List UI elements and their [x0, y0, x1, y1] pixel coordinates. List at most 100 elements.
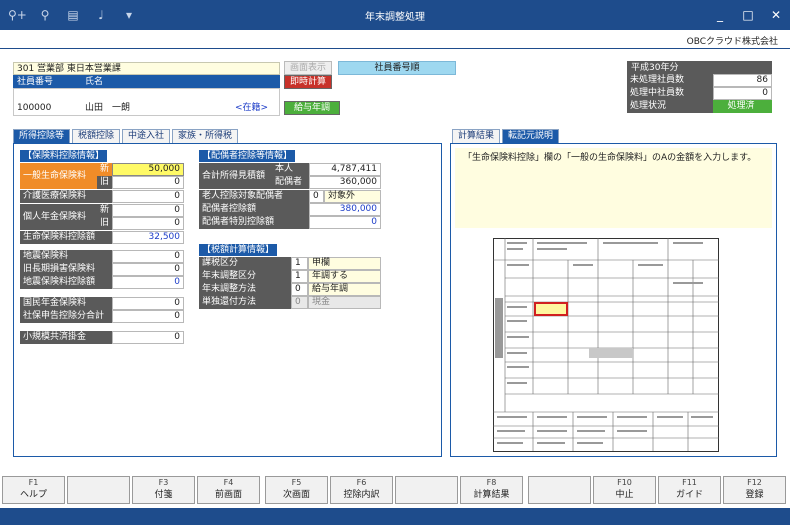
earthquake-deduction-value: 0 — [112, 276, 184, 289]
life-insurance-deduction-label: 生命保険料控除額 — [20, 231, 112, 244]
f8-calc-result-button[interactable]: F8 計算結果 — [460, 476, 523, 504]
tab-deductions[interactable]: 所得控除等 — [13, 129, 71, 143]
personal-pension-old-input[interactable]: 0 — [112, 217, 184, 230]
f11-guide-button[interactable]: F11 ガイド — [658, 476, 721, 504]
employee-no-header: 社員番号 — [13, 75, 81, 88]
life-insurance-deduction-value: 32,500 — [112, 231, 184, 244]
small-business-mutual-input[interactable]: 0 — [112, 331, 184, 344]
tab-transfer-explanation[interactable]: 転記元説明 — [502, 129, 560, 143]
earthquake-deduction-label: 地震保険料控除額 — [20, 276, 112, 289]
fkey-label: ガイド — [675, 490, 703, 500]
fkey-label: 付箋 — [154, 490, 173, 500]
title-bar: ⚲+ ⚲ ▤ ♩ ▾ 年末調整処理 _ □ ✕ — [0, 0, 790, 30]
fkey-number: F1 — [28, 478, 39, 487]
spouse-label: 配偶者 — [272, 176, 309, 189]
maximize-button[interactable]: □ — [740, 6, 756, 24]
f6-deduction-detail-button[interactable]: F6 控除内訳 — [330, 476, 393, 504]
f12-register-button[interactable]: F12 登録 — [723, 476, 786, 504]
wage-yearend-button[interactable]: 給与年調 — [284, 101, 340, 115]
yearend-category-code[interactable]: 1 — [291, 270, 308, 283]
f9-empty-button[interactable] — [528, 476, 591, 504]
f10-cancel-button[interactable]: F10 中止 — [593, 476, 656, 504]
old-longterm-insurance-label: 旧長期損害保険料 — [20, 263, 112, 276]
refund-method-label: 単独還付方法 — [199, 296, 291, 309]
display-button[interactable]: 画面表示 — [284, 61, 332, 75]
earthquake-insurance-label: 地震保険料 — [20, 250, 112, 263]
fkey-label: 計算結果 — [473, 490, 510, 500]
fkey-label: 前画面 — [214, 490, 242, 500]
new-label: 新 — [97, 163, 112, 176]
small-business-mutual-label: 小規模共済掛金 — [20, 331, 112, 344]
fkey-number: F6 — [356, 478, 367, 487]
fkey-label: ヘルプ — [19, 490, 47, 500]
tab-calc-result[interactable]: 計算結果 — [452, 129, 501, 143]
earthquake-insurance-input[interactable]: 0 — [112, 250, 184, 263]
f4-prev-screen-button[interactable]: F4 前画面 — [197, 476, 260, 504]
fkey-label: 登録 — [745, 490, 764, 500]
old-label: 旧 — [97, 217, 112, 230]
social-insurance-total-label: 社保申告控除分合計 — [20, 310, 112, 323]
fkey-label: 次画面 — [282, 490, 310, 500]
general-life-new-input[interactable]: 50,000 — [112, 163, 184, 176]
f3-sticky-note-button[interactable]: F3 付箋 — [132, 476, 195, 504]
new-label: 新 — [97, 204, 112, 217]
general-life-insurance-label: 一般生命保険料 — [20, 163, 97, 189]
summary-value: 0 — [713, 87, 772, 100]
instant-calc-button[interactable]: 即時計算 — [284, 75, 332, 89]
summary-label: 未処理社員数 — [627, 74, 713, 87]
nursing-medical-label: 介護医療保険料 — [20, 190, 112, 203]
employee-status: <在籍> — [235, 103, 269, 113]
summary-year: 平成30年分 — [627, 61, 772, 74]
spouse-special-deduction-label: 配偶者特別控除額 — [199, 216, 309, 229]
function-key-bar: F1 ヘルプ F3 付箋 F4 前画面 F5 次画面 F6 控除内訳 F8 計算結果 F10… — [0, 474, 790, 506]
nursing-medical-input[interactable]: 0 — [112, 190, 184, 203]
f1-help-button[interactable]: F1 ヘルプ — [2, 476, 65, 504]
fkey-label: 控除内訳 — [343, 490, 380, 500]
close-button[interactable]: ✕ — [768, 6, 784, 24]
tab-midyear-hire[interactable]: 中途入社 — [122, 129, 171, 143]
employee-no: 100000 — [17, 103, 52, 113]
f7-empty-button[interactable] — [395, 476, 458, 504]
yearend-method-code[interactable]: 0 — [291, 283, 308, 296]
elderly-spouse-code[interactable]: 0 — [309, 190, 324, 203]
tax-category-label: 課税区分 — [199, 257, 291, 270]
elderly-spouse-text: 対象外 — [324, 190, 381, 203]
self-label: 本人 — [272, 163, 309, 176]
old-label: 旧 — [97, 176, 112, 189]
spouse-income-input[interactable]: 360,000 — [309, 176, 381, 189]
status-badge: 処理済 — [713, 100, 772, 113]
tab-family-income[interactable]: 家族・所得税 — [172, 129, 239, 143]
f2-empty-button[interactable] — [67, 476, 130, 504]
withholding-slip-image — [493, 238, 719, 452]
general-life-old-input[interactable]: 0 — [112, 176, 184, 189]
personal-pension-label: 個人年金保険料 — [20, 204, 97, 230]
spouse-deduction-value: 380,000 — [309, 203, 381, 216]
f5-next-screen-button[interactable]: F5 次画面 — [265, 476, 328, 504]
department-field: 301 営業部 東日本営業課 — [13, 62, 280, 75]
refund-method-code: 0 — [291, 296, 308, 309]
tax-category-text: 甲欄 — [308, 257, 381, 270]
minimize-button[interactable]: _ — [712, 6, 728, 24]
personal-pension-new-input[interactable]: 0 — [112, 204, 184, 217]
spouse-deduction-label: 配偶者控除額 — [199, 203, 309, 216]
national-pension-input[interactable]: 0 — [112, 297, 184, 310]
fkey-number: F11 — [682, 478, 697, 487]
header-divider — [0, 48, 790, 49]
fkey-number: F3 — [158, 478, 169, 487]
tax-category-code[interactable]: 1 — [291, 257, 308, 270]
tab-tax-credit[interactable]: 税額控除 — [72, 129, 121, 143]
old-longterm-insurance-input[interactable]: 0 — [112, 263, 184, 276]
social-insurance-total-input[interactable]: 0 — [112, 310, 184, 323]
spouse-header: 【配偶者控除等情報】 — [199, 150, 296, 162]
fkey-number: F4 — [223, 478, 234, 487]
summary-label: 処理中社員数 — [627, 87, 713, 100]
window-title: 年末調整処理 — [365, 12, 425, 23]
fkey-number: F8 — [486, 478, 497, 487]
sort-order-button[interactable]: 社員番号順 — [338, 61, 456, 75]
yearend-category-text: 年調する — [308, 270, 381, 283]
company-name: OBCクラウド株式会社 — [686, 37, 778, 47]
fkey-number: F5 — [291, 478, 302, 487]
refund-method-text: 現金 — [308, 296, 381, 309]
national-pension-label: 国民年金保険料 — [20, 297, 112, 310]
yearend-category-label: 年末調整区分 — [199, 270, 291, 283]
